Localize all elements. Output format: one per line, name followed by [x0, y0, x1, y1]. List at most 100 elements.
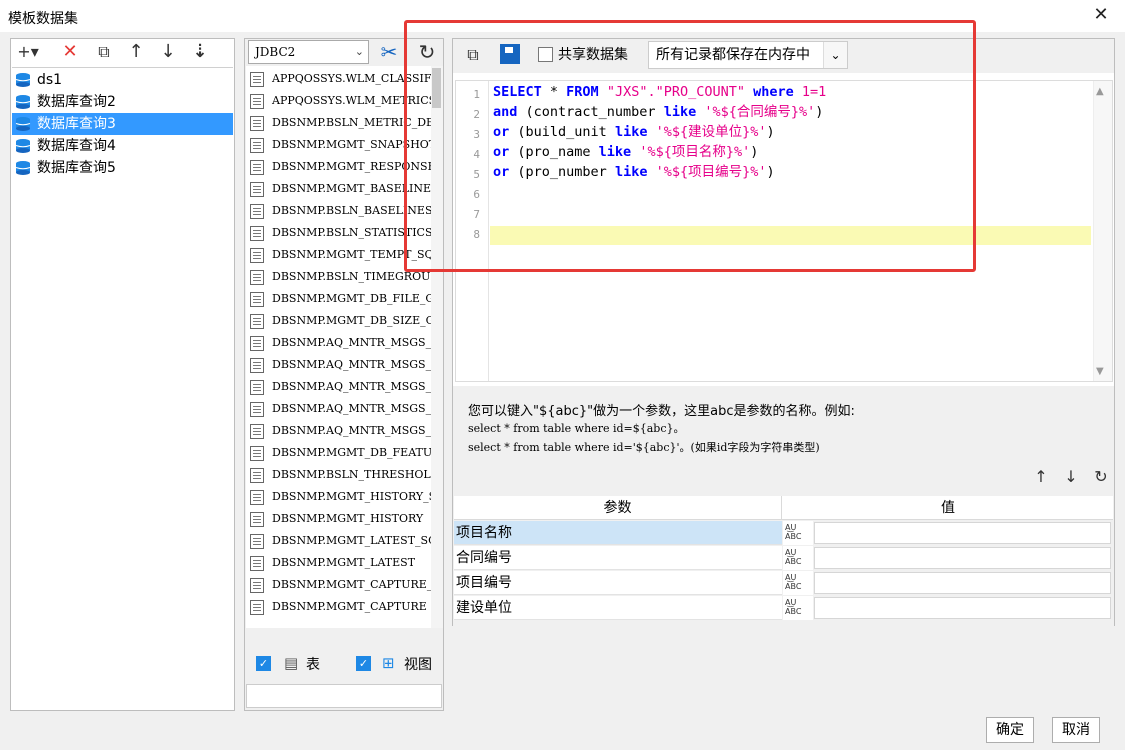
- ok-button[interactable]: 确定: [986, 717, 1034, 743]
- sort-icon[interactable]: ⇣: [188, 40, 212, 64]
- refresh-icon[interactable]: ↻: [414, 40, 440, 64]
- table-list-item[interactable]: DBSNMP.AQ_MNTR_MSGS_ST: [246, 398, 431, 420]
- move-down-icon[interactable]: ↓: [156, 40, 180, 64]
- table-list-item[interactable]: DBSNMP.AQ_MNTR_MSGS_BT: [246, 332, 431, 354]
- dataset-item[interactable]: 数据库查询4: [12, 135, 233, 157]
- scroll-down-icon[interactable]: ▼: [1096, 366, 1104, 377]
- param-type-icon[interactable]: A͜U ABC: [783, 546, 813, 570]
- param-type-icon[interactable]: A͜U ABC: [783, 571, 813, 595]
- table-list-item[interactable]: DBSNMP.BSLN_METRIC_DEF: [246, 112, 431, 134]
- param-move-down-icon[interactable]: ↓: [1060, 466, 1082, 488]
- table-list-item[interactable]: DBSNMP.MGMT_RESPONSE_C: [246, 156, 431, 178]
- table-icon: [250, 116, 264, 131]
- help-example: select * from table where id=${abc}。: [468, 422, 685, 435]
- sql-token: (pro_number: [509, 164, 615, 180]
- close-icon[interactable]: ✕: [1090, 4, 1112, 26]
- table-name: DBSNMP.MGMT_HISTORY_SQ: [272, 490, 431, 503]
- move-up-icon[interactable]: ↑: [124, 40, 148, 64]
- table-name: DBSNMP.MGMT_DB_FILE_GT: [272, 292, 431, 305]
- table-list-item[interactable]: DBSNMP.MGMT_CAPTURE_SQ: [246, 574, 431, 596]
- table-list-item[interactable]: DBSNMP.MGMT_LATEST_SQL: [246, 530, 431, 552]
- table-list-item[interactable]: DBSNMP.MGMT_LATEST: [246, 552, 431, 574]
- delete-icon[interactable]: ✕: [58, 40, 82, 64]
- connection-select[interactable]: JDBC2 ⌄: [248, 40, 369, 64]
- table-icon: [250, 270, 264, 285]
- table-list-item[interactable]: DBSNMP.MGMT_HISTORY_SQ: [246, 486, 431, 508]
- copy-icon[interactable]: ⧉: [92, 40, 116, 64]
- sql-token: (build_unit: [509, 124, 615, 140]
- table-name: DBSNMP.BSLN_STATISTICS: [272, 226, 431, 239]
- param-row-name[interactable]: 项目编号: [454, 571, 782, 595]
- table-list-item[interactable]: DBSNMP.MGMT_HISTORY: [246, 508, 431, 530]
- save-icon[interactable]: [500, 44, 520, 64]
- param-value-input[interactable]: [814, 572, 1111, 594]
- storage-mode-value: 所有记录都保存在内存中: [656, 47, 810, 63]
- param-value-input[interactable]: [814, 522, 1111, 544]
- storage-mode-select[interactable]: 所有记录都保存在内存中 ⌄: [648, 41, 848, 69]
- dataset-toolbar: +▾ ✕ ⧉ ↑ ↓ ⇣: [12, 40, 233, 66]
- param-row-name[interactable]: 建设单位: [454, 596, 782, 620]
- dataset-item[interactable]: ds1: [12, 69, 233, 91]
- table-list-item[interactable]: DBSNMP.BSLN_THRESHOLD_: [246, 464, 431, 486]
- dataset-item[interactable]: 数据库查询5: [12, 157, 233, 179]
- param-type-icon[interactable]: A͜U ABC: [783, 521, 813, 545]
- table-list-item[interactable]: DBSNMP.BSLN_BASELINES: [246, 200, 431, 222]
- scrollbar-thumb[interactable]: [432, 68, 441, 108]
- param-value-input[interactable]: [814, 597, 1111, 619]
- table-list-item[interactable]: DBSNMP.AQ_MNTR_MSGS_PE: [246, 354, 431, 376]
- sql-line: or (build_unit like '%${建设单位}%'): [493, 122, 775, 142]
- table-list-item[interactable]: DBSNMP.MGMT_DB_FILE_GT: [246, 288, 431, 310]
- table-search-input[interactable]: [246, 684, 442, 708]
- table-filter-checkbox[interactable]: ✓: [256, 656, 271, 671]
- dataset-item[interactable]: 数据库查询2: [12, 91, 233, 113]
- connection-settings-icon[interactable]: ✂: [376, 40, 402, 64]
- table-icon: [250, 380, 264, 395]
- table-list-item[interactable]: DBSNMP.MGMT_CAPTURE: [246, 596, 431, 618]
- param-refresh-icon[interactable]: ↻: [1090, 466, 1112, 488]
- sql-token: (pro_name: [509, 144, 599, 160]
- table-name: APPQOSSYS.WLM_CLASSIFI: [272, 72, 431, 85]
- table-list-item[interactable]: DBSNMP.AQ_MNTR_MSGS_PS: [246, 376, 431, 398]
- table-name: DBSNMP.MGMT_TEMPT_SQL: [272, 248, 431, 261]
- param-row-name[interactable]: 合同编号: [454, 546, 782, 570]
- param-move-up-icon[interactable]: ↑: [1030, 466, 1052, 488]
- table-icon: [250, 182, 264, 197]
- table-list-item[interactable]: DBSNMP.MGMT_DB_SIZE_GT: [246, 310, 431, 332]
- table-name: DBSNMP.AQ_MNTR_MSGS_QU: [272, 424, 431, 437]
- table-icon: [250, 512, 264, 527]
- table-icon: [250, 72, 264, 87]
- table-list-item[interactable]: DBSNMP.MGMT_SNAPSHOT: [246, 134, 431, 156]
- table-list-item[interactable]: DBSNMP.BSLN_TIMEGROUPS: [246, 266, 431, 288]
- share-dataset-checkbox[interactable]: [538, 47, 553, 62]
- table-list-item[interactable]: APPQOSSYS.WLM_CLASSIFI: [246, 68, 431, 90]
- line-number: 8: [473, 228, 480, 241]
- table-list-item[interactable]: APPQOSSYS.WLM_METRICS_: [246, 90, 431, 112]
- table-list-scrollbar[interactable]: [431, 66, 443, 628]
- add-dataset-button[interactable]: +▾: [16, 40, 40, 64]
- editor-scrollbar[interactable]: [1093, 81, 1112, 381]
- table-list-item[interactable]: DBSNMP.MGMT_TEMPT_SQL: [246, 244, 431, 266]
- table-list-item[interactable]: DBSNMP.BSLN_STATISTICS: [246, 222, 431, 244]
- sql-token: (contract_number: [517, 104, 664, 120]
- sql-token: or: [493, 144, 510, 160]
- sql-token: '%${项目名称}%': [639, 144, 751, 160]
- table-list-item[interactable]: DBSNMP.MGMT_BASELINE: [246, 178, 431, 200]
- sql-line: or (pro_number like '%${项目编号}%'): [493, 162, 775, 182]
- table-list-item[interactable]: DBSNMP.AQ_MNTR_MSGS_QU: [246, 420, 431, 442]
- share-dataset-label: 共享数据集: [558, 47, 628, 63]
- line-number: 6: [473, 188, 480, 201]
- table-name: DBSNMP.MGMT_LATEST: [272, 556, 416, 569]
- param-row-name[interactable]: 项目名称: [454, 521, 782, 545]
- param-type-icon[interactable]: A͜U ABC: [783, 596, 813, 620]
- dataset-item-selected[interactable]: 数据库查询3: [12, 113, 233, 135]
- cancel-button[interactable]: 取消: [1052, 717, 1100, 743]
- sql-line: SELECT * FROM "JXS"."PRO_COUNT" where 1=…: [493, 82, 826, 102]
- scroll-up-icon[interactable]: ▲: [1096, 86, 1104, 97]
- view-filter-checkbox[interactable]: ✓: [356, 656, 371, 671]
- table-list-item[interactable]: DBSNMP.MGMT_DB_FEATURE: [246, 442, 431, 464]
- preview-icon[interactable]: ⧉: [462, 44, 484, 66]
- param-name-header: 参数: [454, 496, 782, 520]
- param-value-input[interactable]: [814, 547, 1111, 569]
